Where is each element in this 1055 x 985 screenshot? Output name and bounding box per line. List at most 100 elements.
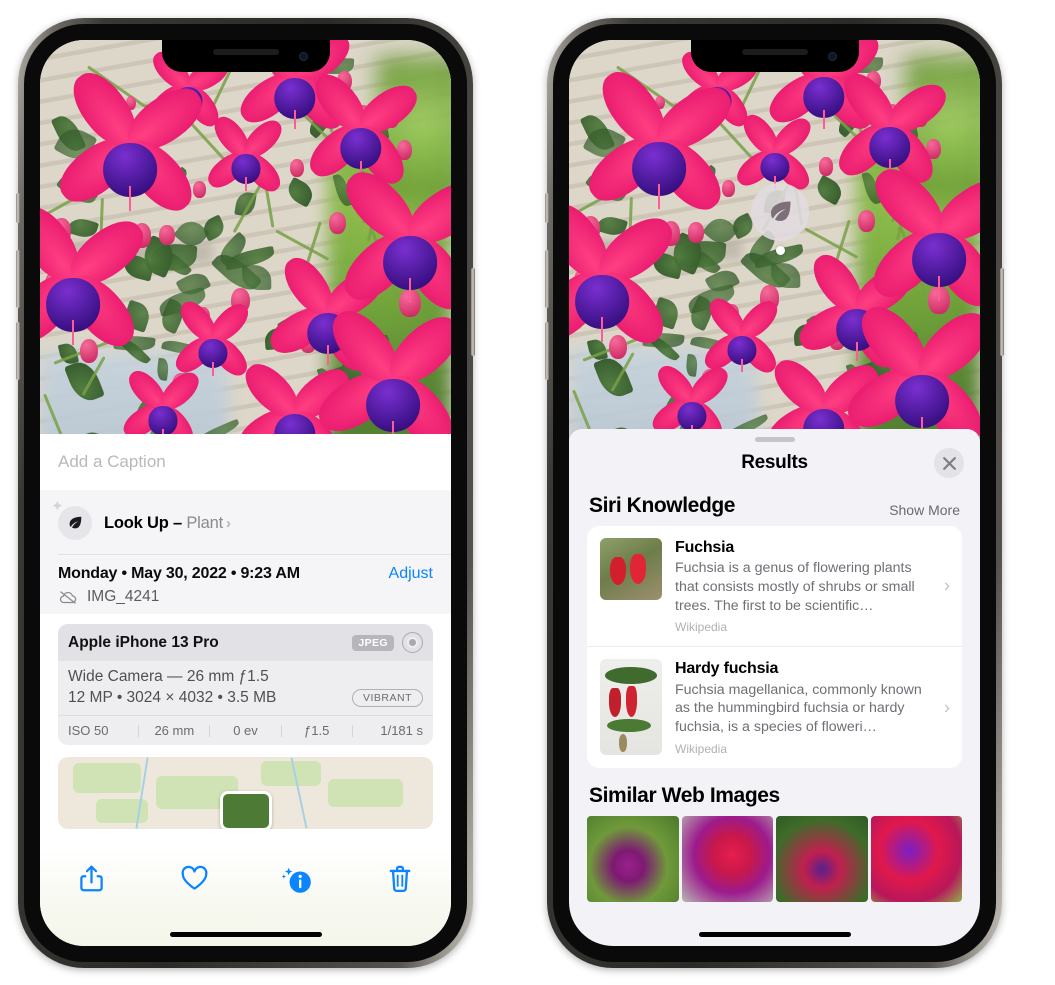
silent-switch[interactable] [16, 193, 20, 223]
cloud-slash-icon [59, 590, 77, 604]
results-sheet: Results Siri Knowledge Show More Fuchsia… [569, 429, 980, 946]
photo-fuchsia-bloom [310, 300, 451, 459]
volume-up-button[interactable] [545, 250, 549, 308]
photo-fuchsia-bloom [118, 364, 205, 452]
share-button[interactable] [40, 864, 143, 894]
heart-icon [181, 865, 208, 890]
photo-fuchsia[interactable] [40, 40, 451, 460]
photo-fuchsia-bloom [202, 111, 287, 197]
format-badge: JPEG [352, 634, 394, 651]
stat-ev: 0 ev [233, 723, 258, 738]
photo-fuchsia-bloom [333, 160, 451, 319]
adjust-button[interactable]: Adjust [389, 565, 433, 583]
volume-up-button[interactable] [16, 250, 20, 308]
lookup-band: ✦ Look Up – Plant › [40, 490, 451, 555]
similar-images-header: Similar Web Images [569, 768, 980, 816]
lens-info: Wide Camera — 26 mm ƒ1.5 [68, 668, 269, 685]
photo-fuchsia-bloom [50, 62, 213, 222]
visual-lookup-leaf-badge[interactable] [751, 183, 809, 241]
photo-bud [159, 224, 175, 246]
location-map[interactable] [58, 757, 433, 829]
siri-knowledge-header: Siri Knowledge Show More [569, 484, 980, 526]
sparkle-icon: ✦ [51, 498, 64, 515]
photo-fuchsia-bloom [862, 158, 980, 317]
stat-aperture: ƒ1.5 [304, 723, 330, 738]
results-header: Results [569, 442, 980, 484]
web-image-thumb[interactable] [870, 815, 962, 902]
card-text: Hardy fuchsia Fuchsia magellanica, commo… [675, 659, 949, 755]
caption-row[interactable]: Add a Caption [40, 434, 451, 490]
leaf-icon [771, 201, 791, 221]
photo-leaf [684, 353, 699, 377]
close-button[interactable] [934, 448, 964, 478]
close-icon [942, 456, 956, 470]
card-description: Fuchsia is a genus of flowering plants t… [675, 560, 915, 614]
photo-bud [722, 179, 735, 197]
web-image-thumb[interactable] [587, 815, 679, 902]
photo-bud [79, 338, 98, 363]
web-image-thumb[interactable] [776, 815, 868, 902]
card-source: Wikipedia [675, 620, 728, 635]
iphone-right-device: Results Siri Knowledge Show More Fuchsia… [545, 18, 1004, 968]
share-icon [80, 865, 103, 892]
silent-switch[interactable] [545, 193, 549, 223]
chevron-right-icon: › [225, 514, 231, 532]
similar-web-images-row [569, 815, 980, 902]
knowledge-card[interactable]: Fuchsia Fuchsia is a genus of flowering … [587, 526, 962, 646]
card-text: Fuchsia Fuchsia is a genus of flowering … [675, 538, 949, 634]
show-more-button[interactable]: Show More [889, 502, 960, 518]
left-screen: Add a Caption ✦ Look Up – Plant › Monday… [40, 40, 451, 946]
photo-bud [329, 211, 346, 235]
hdr-circle-icon [402, 632, 423, 653]
photo-date: Monday • May 30, 2022 • 9:23 AM [58, 565, 300, 582]
photographic-style-badge: VIBRANT [351, 689, 423, 707]
card-title: Hardy fuchsia [675, 660, 779, 678]
exif-card[interactable]: Apple iPhone 13 Pro JPEG Wide Camera — 2… [58, 624, 433, 745]
home-indicator[interactable] [698, 932, 851, 937]
power-button[interactable] [1000, 268, 1004, 356]
home-indicator[interactable] [169, 932, 322, 937]
photo-bud [193, 181, 206, 199]
photo-filename: IMG_4241 [87, 588, 160, 605]
screenshot-stage: Add a Caption ✦ Look Up – Plant › Monday… [0, 0, 1055, 985]
knowledge-card-list: Fuchsia Fuchsia is a genus of flowering … [587, 526, 962, 768]
chevron-right-icon: › [944, 697, 950, 718]
look-up-prefix: Look Up – [104, 513, 187, 532]
favorite-button[interactable] [143, 864, 246, 892]
photo-bud [858, 209, 875, 233]
volume-down-button[interactable] [16, 322, 20, 380]
volume-down-button[interactable] [545, 322, 549, 380]
photo-fuchsia-bloom [830, 66, 953, 191]
section-title: Similar Web Images [589, 783, 780, 807]
photo-bud [290, 158, 304, 177]
device-notch [690, 40, 859, 72]
knowledge-card[interactable]: Hardy fuchsia Fuchsia magellanica, commo… [587, 646, 962, 767]
delete-button[interactable] [348, 864, 451, 894]
power-button[interactable] [471, 268, 475, 356]
photo-fuchsia-bloom [579, 61, 742, 221]
front-camera [298, 52, 308, 61]
date-row: Monday • May 30, 2022 • 9:23 AM Adjust [58, 565, 433, 583]
exif-stats-row: ISO 50 26 mm 0 ev ƒ1.5 1/181 s [58, 715, 433, 745]
trash-icon [389, 865, 411, 893]
photo-bud [819, 157, 833, 176]
sheet-title: Results [741, 452, 808, 473]
look-up-row[interactable]: ✦ Look Up – Plant › [40, 498, 451, 554]
web-image-thumb[interactable] [681, 815, 773, 902]
photo-bud [688, 222, 704, 244]
photo-fuchsia-bloom [839, 296, 980, 455]
photo-bud [608, 335, 627, 360]
section-title: Siri Knowledge [589, 494, 736, 517]
look-up-label: Look Up – Plant › [104, 514, 231, 533]
photo-fuchsia-bloom [731, 109, 816, 196]
card-description: Fuchsia magellanica, commonly known as t… [675, 681, 922, 736]
caption-input[interactable]: Add a Caption [58, 452, 166, 472]
photo-fuchsia[interactable] [569, 40, 980, 455]
photo-fuchsia-bloom [301, 67, 424, 192]
metadata-band: Monday • May 30, 2022 • 9:23 AM Adjust I… [40, 555, 451, 614]
stat-shutter: 1/181 s [380, 723, 424, 738]
photo-fuchsia-bloom [647, 360, 734, 447]
photo-fuchsia-bloom [699, 292, 783, 378]
info-button[interactable] [246, 864, 349, 896]
photo-fuchsia-bloom [569, 193, 683, 354]
